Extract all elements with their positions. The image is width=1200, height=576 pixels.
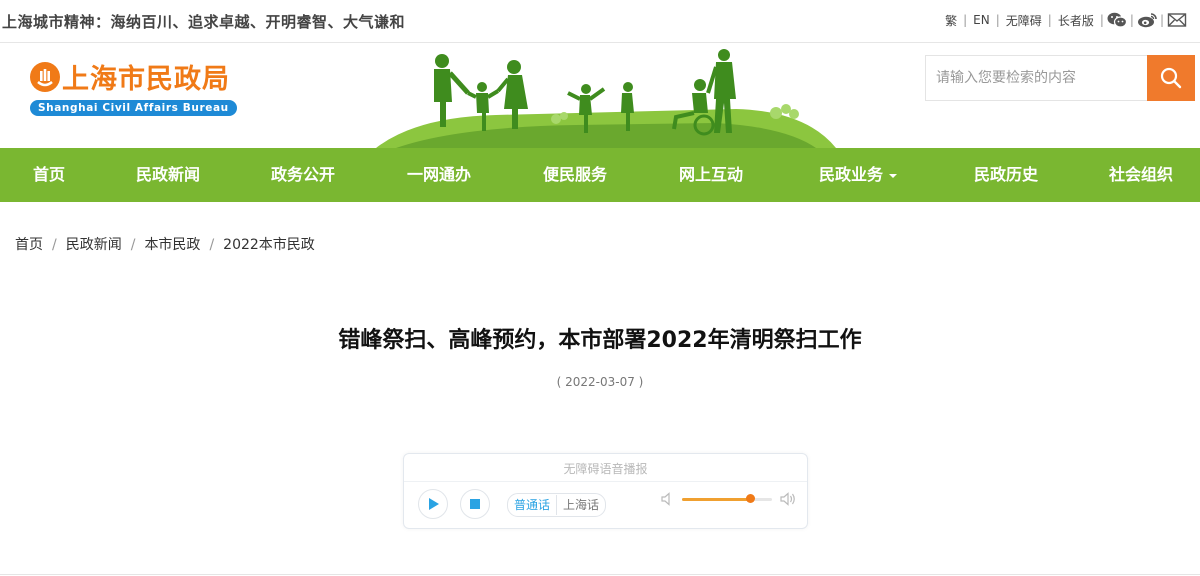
player-label: 无障碍语音播报 (563, 462, 648, 476)
stop-icon (469, 498, 481, 510)
breadcrumb-home[interactable]: 首页 (15, 237, 43, 253)
article-date: ( 2022-03-07 ) (556, 375, 644, 389)
search-input[interactable] (926, 56, 1149, 100)
volume-low-icon[interactable] (660, 491, 674, 511)
play-icon (426, 497, 440, 511)
search-button[interactable] (1147, 55, 1195, 101)
separator: | (1129, 13, 1134, 27)
top-links: 繁 | EN | 无障碍 | 长者版 | | | (941, 10, 1188, 30)
nav-item-home[interactable]: 首页 (33, 148, 65, 202)
separator: | (963, 13, 968, 27)
nav-item-news[interactable]: 民政新闻 (136, 148, 200, 202)
language-toggle: 普通话 上海话 (507, 493, 607, 517)
breadcrumb-local[interactable]: 本市民政 (144, 237, 200, 253)
logo-english-name: Shanghai Civil Affairs Bureau (30, 100, 237, 116)
lang-mandarin-option[interactable]: 普通话 (508, 495, 556, 515)
divider (404, 481, 807, 482)
volume-slider[interactable] (682, 494, 772, 503)
breadcrumb: 首页 / 民政新闻 / 本市民政 / 2022本市民政 (15, 234, 315, 254)
nav-item-history[interactable]: 民政历史 (974, 148, 1038, 202)
stop-button[interactable] (460, 489, 490, 519)
nav-item-social-orgs[interactable]: 社会组织 (1109, 148, 1173, 202)
nav-item-one-stop[interactable]: 一网通办 (407, 148, 471, 202)
wechat-icon[interactable] (1106, 10, 1128, 30)
breadcrumb-separator: / (209, 237, 215, 253)
accessible-audio-player: 无障碍语音播报 普通话 上海话 (403, 453, 808, 529)
main-nav: 首页 民政新闻 政务公开 一网通办 便民服务 网上互动 民政业务 民政历史 社会… (0, 148, 1200, 202)
separator: | (1047, 13, 1052, 27)
content-divider (0, 574, 1200, 575)
accessible-link[interactable]: 无障碍 (1002, 12, 1046, 29)
nav-item-business-label: 民政业务 (819, 165, 884, 184)
search-box (925, 55, 1195, 101)
breadcrumb-separator: / (52, 237, 57, 253)
elder-version-link[interactable]: 长者版 (1054, 12, 1098, 29)
breadcrumb-current[interactable]: 2022本市民政 (223, 237, 315, 253)
separator: | (1159, 13, 1164, 27)
separator: | (995, 13, 1000, 27)
lang-shanghainese-option[interactable]: 上海话 (556, 495, 605, 515)
traditional-chinese-link[interactable]: 繁 (941, 12, 961, 29)
breadcrumb-separator: / (130, 237, 136, 253)
nav-item-gov-info[interactable]: 政务公开 (271, 148, 335, 202)
article-title: 错峰祭扫、高峰预约，本市部署2022年清明祭扫工作 (338, 328, 862, 353)
family-banner-illustration (376, 47, 836, 148)
search-icon (1160, 67, 1182, 89)
top-bar: 上海城市精神：海纳百川、追求卓越、开明睿智、大气谦和 繁 | EN | 无障碍 … (0, 0, 1200, 43)
logo-chinese-name: 上海市民政局 (62, 64, 230, 95)
weibo-icon[interactable] (1136, 10, 1158, 30)
volume-handle[interactable] (746, 494, 756, 503)
nav-item-services[interactable]: 便民服务 (543, 148, 607, 202)
site-logo[interactable]: 上海市民政局 Shanghai Civil Affairs Bureau (30, 57, 237, 116)
site-header: 上海市民政局 Shanghai Civil Affairs Bureau (0, 43, 1200, 148)
city-motto: 上海城市精神：海纳百川、追求卓越、开明睿智、大气谦和 (2, 13, 406, 31)
separator: | (1099, 13, 1104, 27)
breadcrumb-news[interactable]: 民政新闻 (66, 237, 122, 253)
nav-item-business[interactable]: 民政业务 (819, 148, 898, 202)
english-link[interactable]: EN (969, 13, 994, 27)
mail-icon[interactable] (1166, 10, 1188, 30)
nav-item-interaction[interactable]: 网上互动 (679, 148, 743, 202)
bureau-emblem-icon (30, 61, 60, 92)
play-button[interactable] (418, 489, 448, 519)
volume-fill (682, 498, 751, 501)
volume-high-icon[interactable] (779, 491, 797, 511)
chevron-down-icon (889, 173, 898, 178)
